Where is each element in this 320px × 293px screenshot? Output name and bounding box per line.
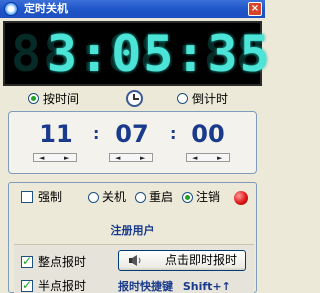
speaker-icon bbox=[129, 255, 141, 266]
hotkey-label: 报时快捷键 bbox=[118, 280, 173, 293]
shutdown-label: 关机 bbox=[102, 190, 127, 204]
spin-right-icon[interactable]: ► bbox=[64, 154, 69, 162]
half-hour-chime-label: 半点报时 bbox=[38, 279, 87, 293]
spin-right-icon[interactable]: ► bbox=[140, 154, 145, 162]
hourly-chime-checkbox[interactable] bbox=[21, 254, 33, 268]
clock-display: 3:05:35 bbox=[47, 25, 272, 83]
time-separator: : bbox=[170, 124, 177, 143]
execute-indicator-icon[interactable] bbox=[234, 191, 248, 205]
digital-clock: 88:88:88 3:05:35 bbox=[3, 21, 270, 86]
registration-status: 注册用户 bbox=[110, 224, 155, 237]
alarm-clock-icon bbox=[126, 90, 143, 107]
spin-right-icon[interactable]: ► bbox=[217, 154, 222, 162]
by-time-radio[interactable] bbox=[28, 93, 39, 104]
close-button[interactable]: × bbox=[248, 2, 262, 16]
logoff-label: 注销 bbox=[196, 190, 221, 204]
title-bar: 定时关机 × bbox=[0, 0, 265, 18]
spin-left-icon[interactable]: ◄ bbox=[115, 154, 120, 162]
app-icon bbox=[4, 2, 18, 16]
spin-left-icon[interactable]: ◄ bbox=[39, 154, 44, 162]
hour-spinner[interactable]: ◄ ► bbox=[33, 153, 77, 162]
logoff-radio[interactable] bbox=[182, 192, 193, 203]
window-title: 定时关机 bbox=[24, 2, 68, 15]
countdown-radio[interactable] bbox=[177, 93, 188, 104]
restart-radio[interactable] bbox=[135, 192, 146, 203]
time-separator: : bbox=[93, 124, 100, 143]
countdown-label: 倒计时 bbox=[192, 92, 229, 106]
second-value[interactable]: 00 bbox=[178, 120, 238, 148]
force-checkbox[interactable] bbox=[21, 191, 33, 203]
spin-left-icon[interactable]: ◄ bbox=[192, 154, 197, 162]
minute-value[interactable]: 07 bbox=[102, 120, 162, 148]
hotkey-row: 报时快捷键 Shift+↑ bbox=[118, 278, 231, 293]
second-spinner[interactable]: ◄ ► bbox=[186, 153, 230, 162]
hotkey-value[interactable]: Shift+↑ bbox=[183, 280, 231, 293]
shutdown-radio[interactable] bbox=[88, 192, 99, 203]
hour-value[interactable]: 11 bbox=[26, 120, 86, 148]
hourly-chime-label: 整点报时 bbox=[38, 255, 87, 269]
restart-label: 重启 bbox=[149, 190, 174, 204]
by-time-label: 按时间 bbox=[43, 92, 80, 106]
time-setter: 11 : 07 : 00 ◄ ► ◄ ► ◄ ► bbox=[8, 111, 257, 174]
force-label: 强制 bbox=[38, 190, 63, 204]
minute-spinner[interactable]: ◄ ► bbox=[109, 153, 153, 162]
half-hour-chime-checkbox[interactable] bbox=[21, 278, 33, 292]
chime-now-label: 点击即时报时 bbox=[164, 253, 237, 267]
